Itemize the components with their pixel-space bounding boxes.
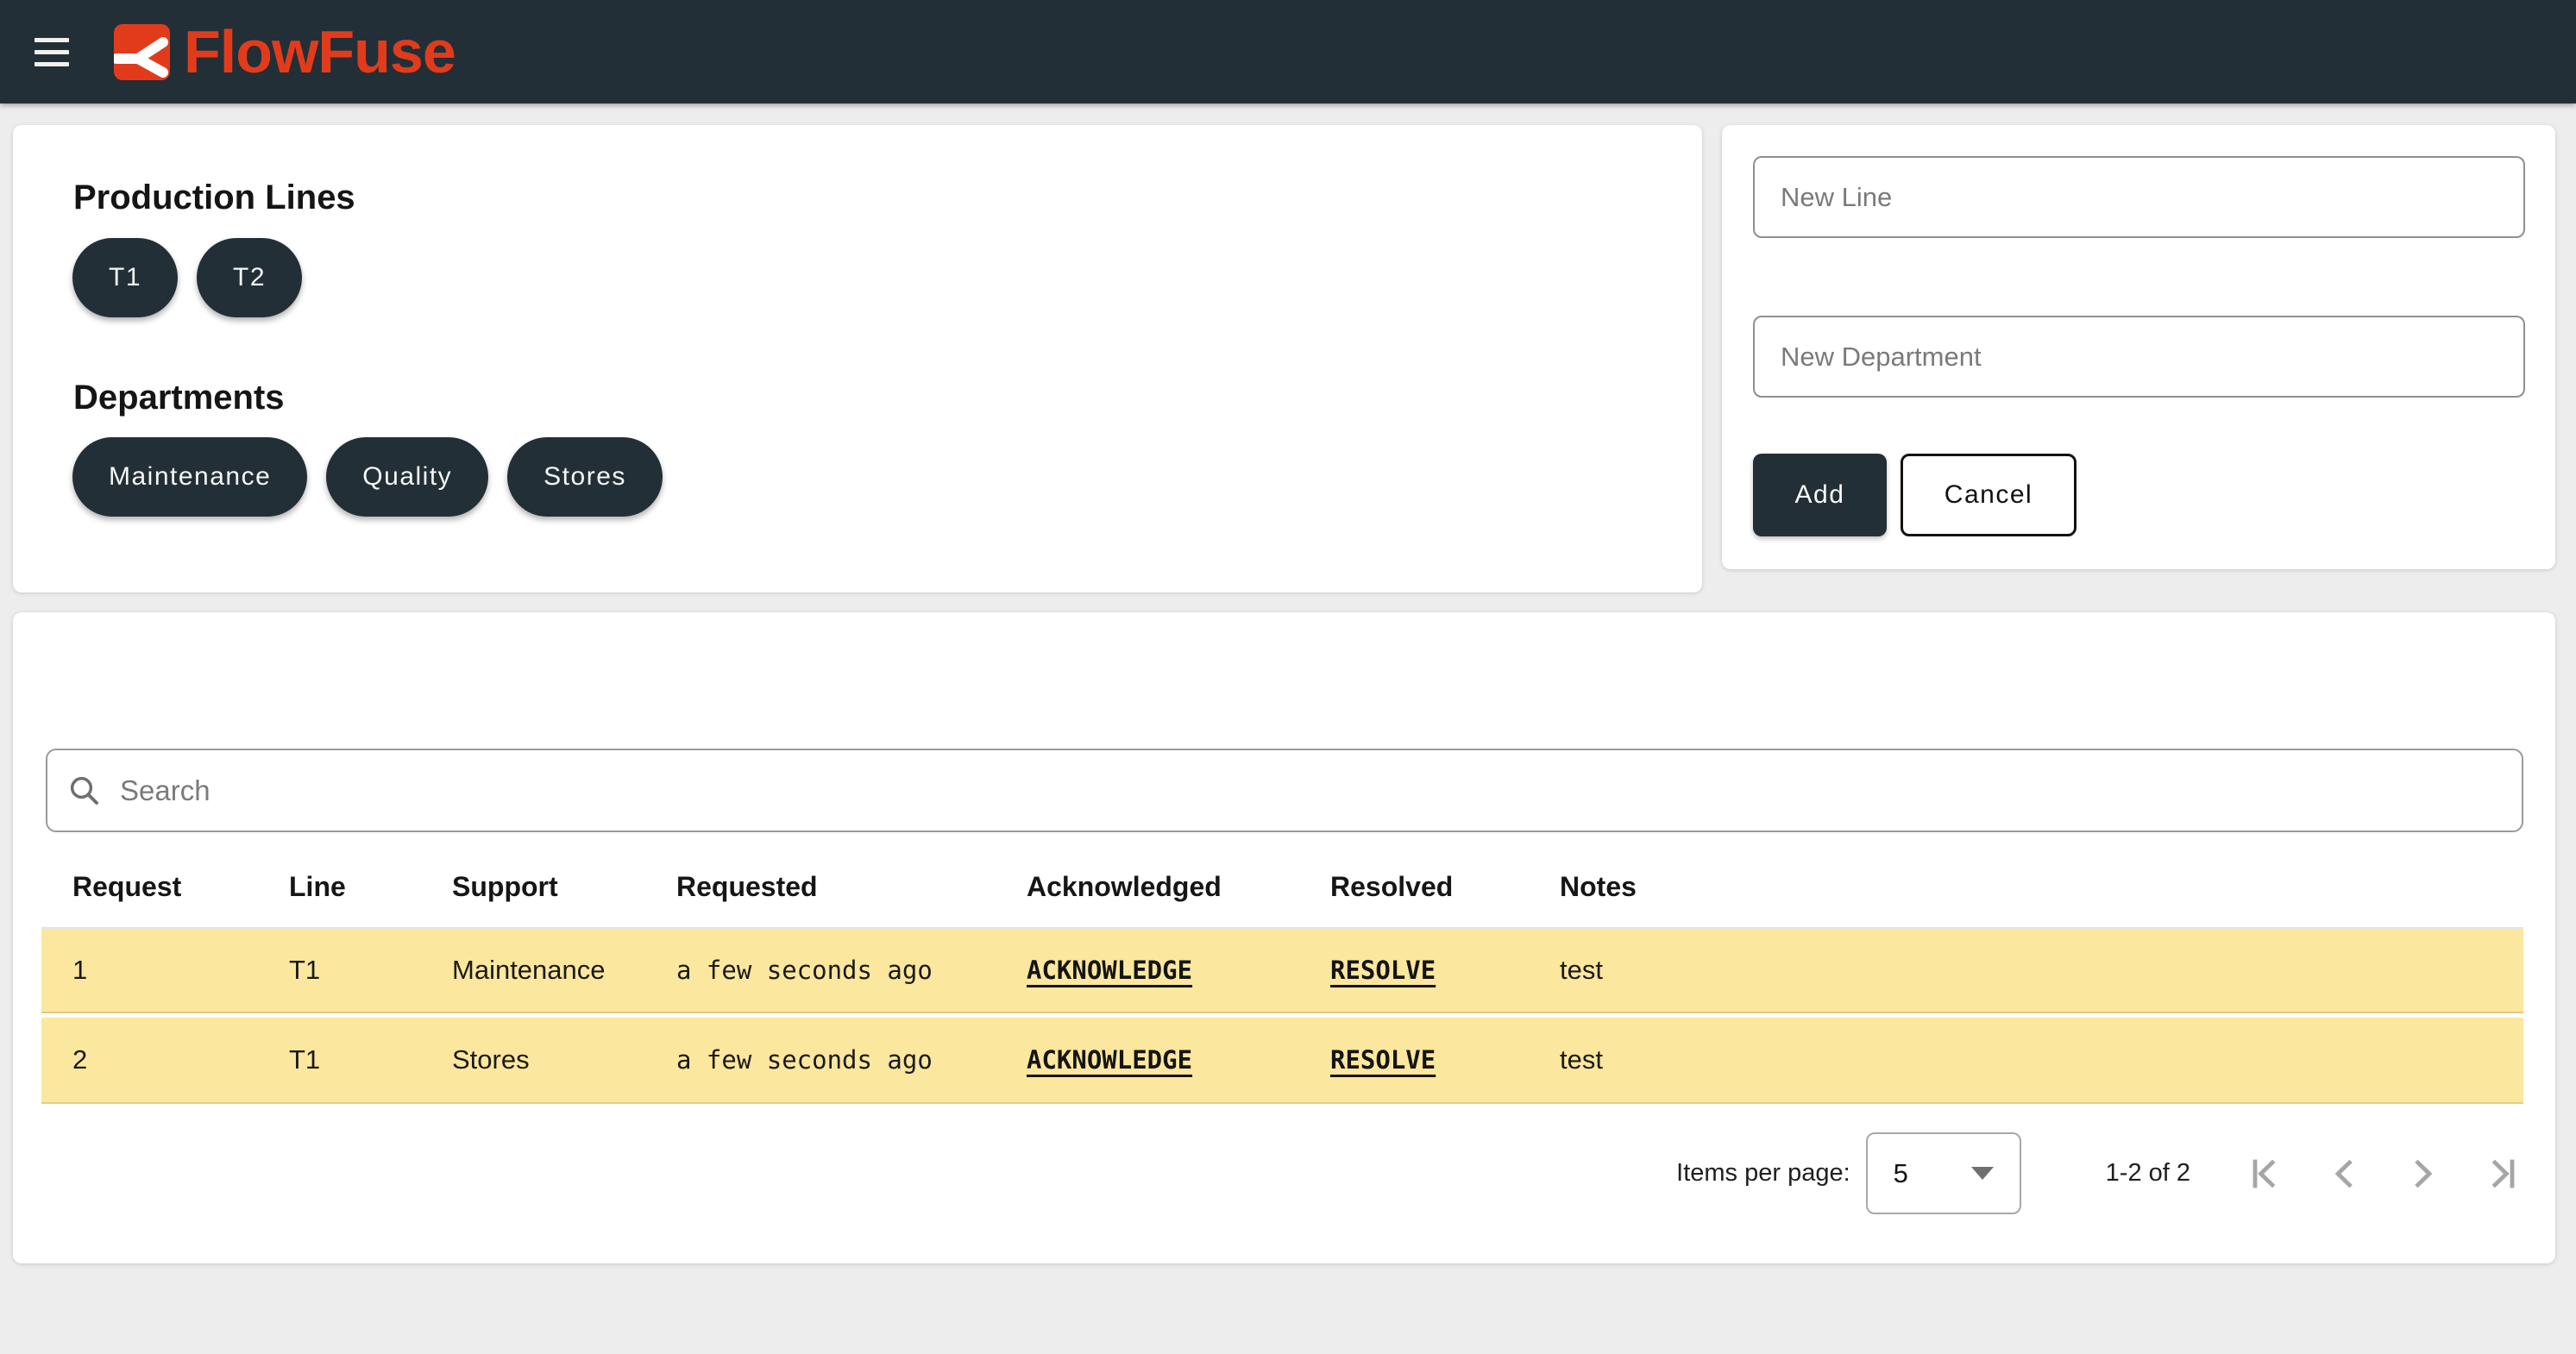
add-form-card: Add Cancel — [1722, 125, 2555, 569]
new-line-input[interactable] — [1753, 156, 2525, 238]
flowfuse-branch-icon — [114, 24, 170, 80]
cell-notes: test — [1560, 955, 2523, 986]
brand-name: FlowFuse — [184, 17, 456, 86]
acknowledge-link[interactable]: ACKNOWLEDGE — [1027, 1045, 1192, 1075]
caret-down-icon — [1971, 1167, 1994, 1180]
previous-page-button[interactable] — [2323, 1153, 2365, 1194]
items-per-page-select[interactable]: 5 — [1866, 1132, 2021, 1214]
next-page-button[interactable] — [2403, 1153, 2444, 1194]
resolve-link[interactable]: RESOLVE — [1330, 956, 1436, 985]
column-header-line: Line — [289, 871, 452, 903]
column-header-support: Support — [452, 871, 676, 903]
cell-requested: a few seconds ago — [676, 1045, 1027, 1075]
hamburger-icon — [35, 38, 69, 42]
cell-notes: test — [1560, 1044, 2523, 1075]
cell-line: T1 — [289, 1044, 452, 1075]
table-row: 2 T1 Stores a few seconds ago ACKNOWLEDG… — [41, 1018, 2523, 1104]
chevron-left-icon — [2323, 1153, 2365, 1194]
last-page-icon — [2482, 1153, 2523, 1194]
cancel-button[interactable]: Cancel — [1901, 454, 2077, 536]
requests-table-card: Request Line Support Requested Acknowled… — [13, 612, 2555, 1263]
department-chip[interactable]: Stores — [507, 437, 663, 517]
first-page-button[interactable] — [2244, 1153, 2285, 1194]
column-header-requested: Requested — [676, 871, 1027, 903]
chevron-right-icon — [2403, 1153, 2444, 1194]
pagination-controls — [2244, 1153, 2523, 1194]
cell-request: 2 — [72, 1044, 289, 1075]
cell-support: Maintenance — [452, 955, 676, 986]
departments-heading: Departments — [73, 379, 285, 417]
table-row: 1 T1 Maintenance a few seconds ago ACKNO… — [41, 927, 2523, 1013]
filters-card: Production Lines T1 T2 Departments Maint… — [13, 125, 1702, 592]
table-header-row: Request Line Support Requested Acknowled… — [41, 861, 2523, 912]
search-input[interactable] — [46, 749, 2523, 832]
production-line-chip[interactable]: T2 — [197, 238, 302, 317]
menu-button[interactable] — [22, 22, 83, 82]
column-header-notes: Notes — [1560, 871, 2523, 903]
column-header-request: Request — [72, 871, 289, 903]
cell-support: Stores — [452, 1044, 676, 1075]
page-range-label: 1-2 of 2 — [2106, 1159, 2190, 1188]
column-header-resolved: Resolved — [1330, 871, 1560, 903]
production-lines-heading: Production Lines — [73, 179, 355, 217]
cell-requested: a few seconds ago — [676, 956, 1027, 985]
cell-request: 1 — [72, 955, 289, 986]
add-button[interactable]: Add — [1753, 454, 1887, 536]
production-lines-chip-row: T1 T2 — [72, 238, 302, 317]
pagination-bar: Items per page: 5 1-2 of 2 — [1676, 1132, 2523, 1214]
column-header-acknowledged: Acknowledged — [1027, 871, 1330, 903]
department-chip[interactable]: Quality — [326, 437, 488, 517]
department-chip[interactable]: Maintenance — [72, 437, 307, 517]
last-page-button[interactable] — [2482, 1153, 2523, 1194]
items-per-page-label: Items per page: — [1676, 1159, 1850, 1188]
items-per-page-value: 5 — [1894, 1158, 1908, 1189]
departments-chip-row: Maintenance Quality Stores — [72, 437, 663, 517]
top-navbar: FlowFuse — [0, 0, 2576, 103]
brand-logo: FlowFuse — [114, 17, 456, 86]
search-icon — [66, 773, 103, 809]
acknowledge-link[interactable]: ACKNOWLEDGE — [1027, 956, 1192, 985]
cell-line: T1 — [289, 955, 452, 986]
search-bar — [46, 749, 2523, 832]
first-page-icon — [2244, 1153, 2285, 1194]
new-department-input[interactable] — [1753, 316, 2525, 398]
production-line-chip[interactable]: T1 — [72, 238, 178, 317]
resolve-link[interactable]: RESOLVE — [1330, 1045, 1436, 1075]
